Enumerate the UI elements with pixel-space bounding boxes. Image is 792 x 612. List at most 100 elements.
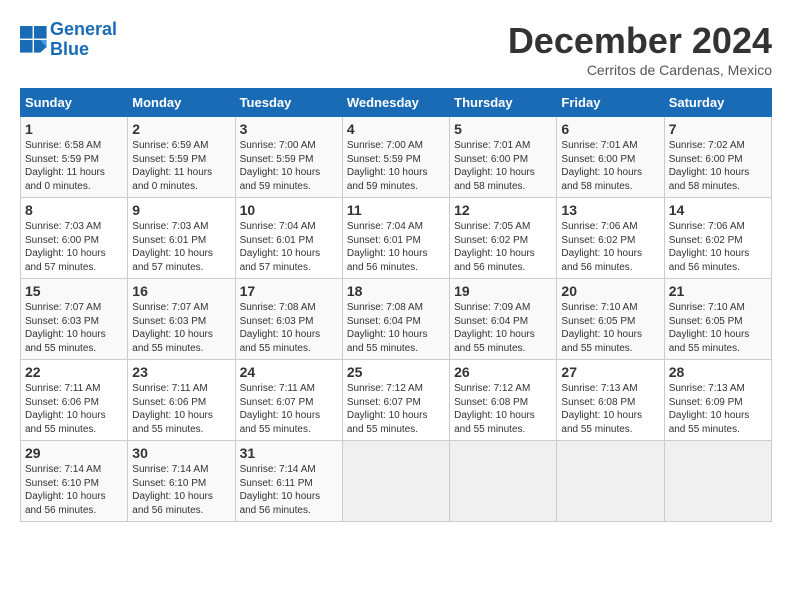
day-number: 17 — [240, 283, 338, 299]
calendar-week-row: 29 Sunrise: 7:14 AM Sunset: 6:10 PM Dayli… — [21, 441, 772, 522]
day-info: Sunrise: 7:06 AM Sunset: 6:02 PM Dayligh… — [561, 220, 659, 274]
calendar-cell: 6 Sunrise: 7:01 AM Sunset: 6:00 PM Daylig… — [557, 117, 664, 198]
logo-line1: General — [50, 19, 117, 39]
col-header-friday: Friday — [557, 89, 664, 117]
calendar-cell: 18 Sunrise: 7:08 AM Sunset: 6:04 PM Dayli… — [342, 279, 449, 360]
calendar-title: December 2024 — [508, 20, 772, 62]
calendar-cell: 22 Sunrise: 7:11 AM Sunset: 6:06 PM Dayli… — [21, 360, 128, 441]
day-number: 14 — [669, 202, 767, 218]
calendar-cell: 21Sunrise: 7:10 AM Sunset: 6:05 PM Dayli… — [664, 279, 771, 360]
calendar-cell: 26 Sunrise: 7:12 AM Sunset: 6:08 PM Dayli… — [450, 360, 557, 441]
calendar-cell: 25 Sunrise: 7:12 AM Sunset: 6:07 PM Dayli… — [342, 360, 449, 441]
day-number: 18 — [347, 283, 445, 299]
title-block: December 2024 Cerritos de Cardenas, Mexi… — [508, 20, 772, 78]
calendar-cell: 4Sunrise: 7:00 AM Sunset: 5:59 PM Daylig… — [342, 117, 449, 198]
header-row: SundayMondayTuesdayWednesdayThursdayFrid… — [21, 89, 772, 117]
calendar-cell: 3Sunrise: 7:00 AM Sunset: 5:59 PM Daylig… — [235, 117, 342, 198]
day-info: Sunrise: 7:06 AM Sunset: 6:02 PM Dayligh… — [669, 220, 767, 274]
day-number: 27 — [561, 364, 659, 380]
day-info: Sunrise: 7:03 AM Sunset: 6:00 PM Dayligh… — [25, 220, 123, 274]
day-number: 15 — [25, 283, 123, 299]
col-header-monday: Monday — [128, 89, 235, 117]
day-number: 8 — [25, 202, 123, 218]
calendar-week-row: 1 Sunrise: 6:58 AM Sunset: 5:59 PM Daylig… — [21, 117, 772, 198]
calendar-cell — [557, 441, 664, 522]
col-header-saturday: Saturday — [664, 89, 771, 117]
calendar-cell: 15 Sunrise: 7:07 AM Sunset: 6:03 PM Dayli… — [21, 279, 128, 360]
day-info: Sunrise: 7:14 AM Sunset: 6:10 PM Dayligh… — [132, 463, 230, 517]
calendar-subtitle: Cerritos de Cardenas, Mexico — [508, 62, 772, 78]
logo-text: General Blue — [50, 20, 117, 60]
day-number: 22 — [25, 364, 123, 380]
day-info: Sunrise: 7:13 AM Sunset: 6:09 PM Dayligh… — [669, 382, 767, 436]
day-info: Sunrise: 7:08 AM Sunset: 6:04 PM Dayligh… — [347, 301, 445, 355]
calendar-cell — [450, 441, 557, 522]
day-info: Sunrise: 7:04 AM Sunset: 6:01 PM Dayligh… — [347, 220, 445, 274]
day-info: Sunrise: 7:05 AM Sunset: 6:02 PM Dayligh… — [454, 220, 552, 274]
day-info: Sunrise: 7:02 AM Sunset: 6:00 PM Dayligh… — [669, 139, 767, 193]
day-info: Sunrise: 7:12 AM Sunset: 6:08 PM Dayligh… — [454, 382, 552, 436]
day-number: 9 — [132, 202, 230, 218]
calendar-cell: 24 Sunrise: 7:11 AM Sunset: 6:07 PM Dayli… — [235, 360, 342, 441]
day-info: Sunrise: 7:12 AM Sunset: 6:07 PM Dayligh… — [347, 382, 445, 436]
col-header-tuesday: Tuesday — [235, 89, 342, 117]
day-number: 6 — [561, 121, 659, 137]
day-info: Sunrise: 7:14 AM Sunset: 6:11 PM Dayligh… — [240, 463, 338, 517]
calendar-cell: 29Sunrise: 7:14 AM Sunset: 6:10 PM Dayli… — [21, 441, 128, 522]
day-number: 4 — [347, 121, 445, 137]
day-number: 7 — [669, 121, 767, 137]
day-number: 3 — [240, 121, 338, 137]
calendar-cell — [664, 441, 771, 522]
calendar-cell: 13 Sunrise: 7:06 AM Sunset: 6:02 PM Dayli… — [557, 198, 664, 279]
day-info: Sunrise: 6:58 AM Sunset: 5:59 PM Dayligh… — [25, 139, 123, 193]
day-number: 26 — [454, 364, 552, 380]
day-number: 30 — [132, 445, 230, 461]
day-info: Sunrise: 7:10 AM Sunset: 6:05 PM Dayligh… — [669, 301, 767, 355]
day-info: Sunrise: 7:11 AM Sunset: 6:06 PM Dayligh… — [25, 382, 123, 436]
day-number: 2 — [132, 121, 230, 137]
calendar-cell: 11Sunrise: 7:04 AM Sunset: 6:01 PM Dayli… — [342, 198, 449, 279]
day-number: 5 — [454, 121, 552, 137]
day-number: 29 — [25, 445, 123, 461]
day-number: 1 — [25, 121, 123, 137]
day-number: 16 — [132, 283, 230, 299]
logo-line2: Blue — [50, 39, 89, 59]
calendar-cell: 8 Sunrise: 7:03 AM Sunset: 6:00 PM Daylig… — [21, 198, 128, 279]
calendar-cell: 16 Sunrise: 7:07 AM Sunset: 6:03 PM Dayli… — [128, 279, 235, 360]
calendar-cell: 2Sunrise: 6:59 AM Sunset: 5:59 PM Daylig… — [128, 117, 235, 198]
logo: General Blue — [20, 20, 117, 60]
day-number: 24 — [240, 364, 338, 380]
day-info: Sunrise: 7:09 AM Sunset: 6:04 PM Dayligh… — [454, 301, 552, 355]
day-number: 12 — [454, 202, 552, 218]
calendar-cell: 17Sunrise: 7:08 AM Sunset: 6:03 PM Dayli… — [235, 279, 342, 360]
day-info: Sunrise: 7:01 AM Sunset: 6:00 PM Dayligh… — [561, 139, 659, 193]
col-header-thursday: Thursday — [450, 89, 557, 117]
day-info: Sunrise: 7:04 AM Sunset: 6:01 PM Dayligh… — [240, 220, 338, 274]
day-info: Sunrise: 7:07 AM Sunset: 6:03 PM Dayligh… — [132, 301, 230, 355]
logo-icon — [20, 26, 48, 54]
day-number: 10 — [240, 202, 338, 218]
calendar-week-row: 8 Sunrise: 7:03 AM Sunset: 6:00 PM Daylig… — [21, 198, 772, 279]
day-info: Sunrise: 7:11 AM Sunset: 6:07 PM Dayligh… — [240, 382, 338, 436]
calendar-table: SundayMondayTuesdayWednesdayThursdayFrid… — [20, 88, 772, 522]
day-number: 28 — [669, 364, 767, 380]
calendar-cell: 12 Sunrise: 7:05 AM Sunset: 6:02 PM Dayli… — [450, 198, 557, 279]
day-number: 13 — [561, 202, 659, 218]
day-number: 20 — [561, 283, 659, 299]
calendar-cell: 10 Sunrise: 7:04 AM Sunset: 6:01 PM Dayli… — [235, 198, 342, 279]
calendar-cell — [342, 441, 449, 522]
day-info: Sunrise: 7:07 AM Sunset: 6:03 PM Dayligh… — [25, 301, 123, 355]
calendar-week-row: 15 Sunrise: 7:07 AM Sunset: 6:03 PM Dayli… — [21, 279, 772, 360]
col-header-wednesday: Wednesday — [342, 89, 449, 117]
calendar-cell: 7 Sunrise: 7:02 AM Sunset: 6:00 PM Daylig… — [664, 117, 771, 198]
day-info: Sunrise: 7:01 AM Sunset: 6:00 PM Dayligh… — [454, 139, 552, 193]
day-number: 31 — [240, 445, 338, 461]
day-info: Sunrise: 7:13 AM Sunset: 6:08 PM Dayligh… — [561, 382, 659, 436]
day-info: Sunrise: 7:11 AM Sunset: 6:06 PM Dayligh… — [132, 382, 230, 436]
day-number: 25 — [347, 364, 445, 380]
day-number: 19 — [454, 283, 552, 299]
day-number: 23 — [132, 364, 230, 380]
calendar-cell: 31 Sunrise: 7:14 AM Sunset: 6:11 PM Dayli… — [235, 441, 342, 522]
calendar-cell: 14 Sunrise: 7:06 AM Sunset: 6:02 PM Dayli… — [664, 198, 771, 279]
calendar-cell: 30 Sunrise: 7:14 AM Sunset: 6:10 PM Dayli… — [128, 441, 235, 522]
